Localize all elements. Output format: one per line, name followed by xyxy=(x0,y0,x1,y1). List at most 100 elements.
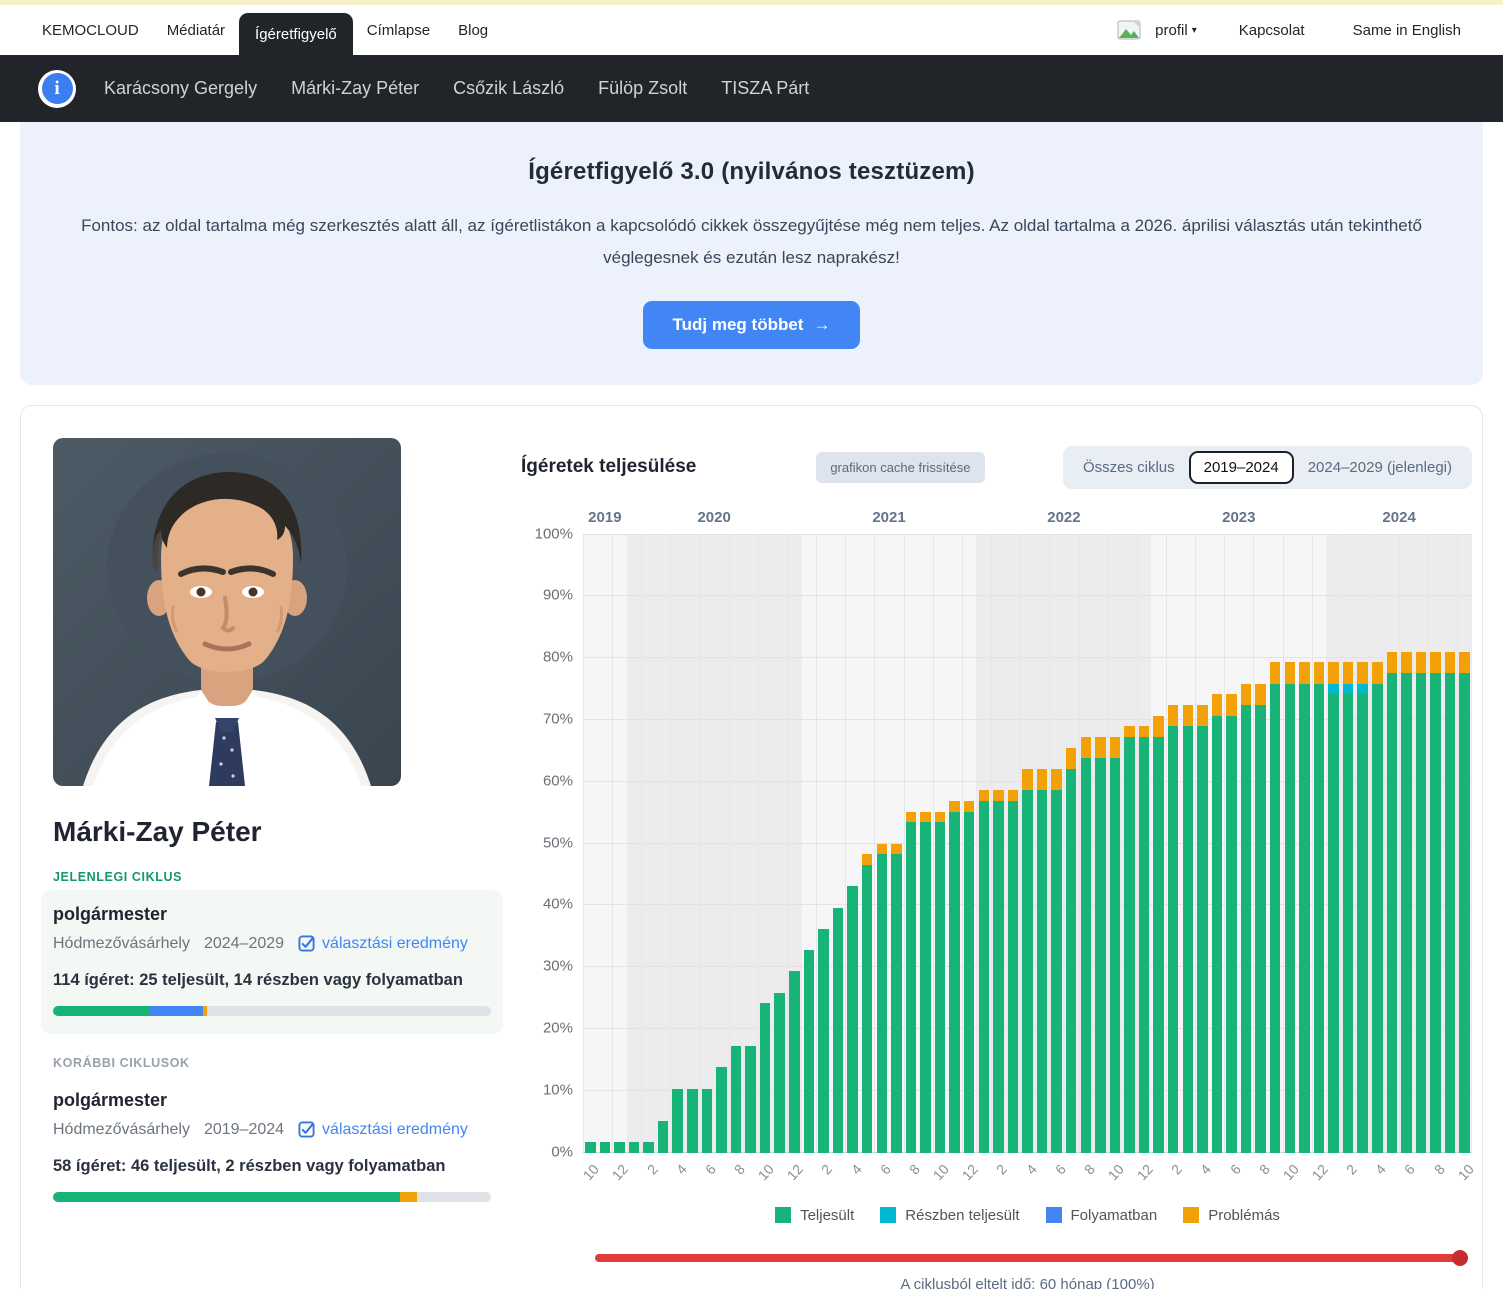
bar-segment-Problémás xyxy=(1372,662,1382,683)
chart-bar[interactable] xyxy=(1255,684,1265,1153)
subnav-item[interactable]: Csőzik László xyxy=(453,78,564,99)
chart-bar[interactable] xyxy=(1270,662,1280,1152)
chart-bar[interactable] xyxy=(818,929,828,1153)
chart-bar[interactable] xyxy=(949,801,959,1153)
refresh-cache-button[interactable]: grafikon cache frissítése xyxy=(816,452,984,483)
header-nav-item[interactable]: Címlapse xyxy=(353,5,444,55)
chart-bar[interactable] xyxy=(1197,705,1207,1153)
chart-bar[interactable] xyxy=(877,844,887,1153)
v-gridline xyxy=(845,535,846,1153)
chart-bar[interactable] xyxy=(833,908,843,1153)
brand-link[interactable]: KEMOCLOUD xyxy=(42,5,153,55)
chart-bar[interactable] xyxy=(687,1089,697,1153)
cycle-tab[interactable]: 2019–2024 xyxy=(1189,451,1294,484)
chart-bar[interactable] xyxy=(1430,652,1440,1153)
chart-bar[interactable] xyxy=(1212,694,1222,1152)
chart-bar[interactable] xyxy=(979,790,989,1152)
chart-bar[interactable] xyxy=(1299,662,1309,1152)
x-tick-label: 4 xyxy=(663,1161,690,1188)
header-nav-item[interactable]: Blog xyxy=(444,5,502,55)
chart-bar[interactable] xyxy=(1445,652,1455,1153)
profile-avatar-image[interactable] xyxy=(1117,20,1141,40)
slider-track[interactable] xyxy=(595,1254,1468,1262)
subnav-item[interactable]: Márki-Zay Péter xyxy=(291,78,419,99)
chart-bar[interactable] xyxy=(716,1067,726,1152)
promise-summary: 114 ígéret: 25 teljesült, 14 részben vag… xyxy=(53,971,491,990)
chart-bar[interactable] xyxy=(1357,662,1367,1152)
bar-segment-Teljesült xyxy=(1343,694,1353,1152)
chart-bar[interactable] xyxy=(862,854,872,1152)
chart-bar[interactable] xyxy=(993,790,1003,1152)
x-tick-label: 6 xyxy=(1392,1161,1419,1188)
profile-menu[interactable]: profil▾ xyxy=(1151,22,1201,39)
kapcsolat-link[interactable]: Kapcsolat xyxy=(1225,22,1319,39)
chart-bar[interactable] xyxy=(1066,748,1076,1153)
chart-bar[interactable] xyxy=(614,1142,624,1153)
chart-bar[interactable] xyxy=(1095,737,1105,1153)
chart-bar[interactable] xyxy=(1183,705,1193,1153)
chart-bar[interactable] xyxy=(1051,769,1061,1153)
chart-bar[interactable] xyxy=(1343,662,1353,1152)
chart-bar[interactable] xyxy=(1241,684,1251,1153)
chart-bar[interactable] xyxy=(643,1142,653,1153)
subnav-item[interactable]: Fülöp Zsolt xyxy=(598,78,687,99)
cycle-tab[interactable]: Összes ciklus xyxy=(1069,452,1189,483)
legend-item[interactable]: Részben teljesült xyxy=(880,1207,1019,1224)
bar-segment-Teljesült xyxy=(1051,790,1061,1152)
chart-bar[interactable] xyxy=(658,1121,668,1153)
chart-bar[interactable] xyxy=(731,1046,741,1153)
chart-bar[interactable] xyxy=(1314,662,1324,1152)
chart-bar[interactable] xyxy=(789,971,799,1152)
chart-bar[interactable] xyxy=(1139,726,1149,1152)
chart-bar[interactable] xyxy=(964,801,974,1153)
chart-bar[interactable] xyxy=(920,812,930,1153)
x-tick-label: 2 xyxy=(634,1161,661,1188)
elapsed-time-slider[interactable] xyxy=(595,1250,1468,1266)
chart-bar[interactable] xyxy=(1022,769,1032,1153)
chart-bar[interactable] xyxy=(1459,652,1469,1153)
chart-bar[interactable] xyxy=(1226,694,1236,1152)
legend-item[interactable]: Teljesült xyxy=(775,1207,854,1224)
chart-bar[interactable] xyxy=(1168,705,1178,1153)
chart-bar[interactable] xyxy=(1124,726,1134,1152)
header-nav-item[interactable]: Médiatár xyxy=(153,5,239,55)
bar-segment-Teljesült xyxy=(1197,726,1207,1152)
y-tick-label: 50% xyxy=(543,834,573,851)
chart-bar[interactable] xyxy=(935,812,945,1153)
legend-item[interactable]: Problémás xyxy=(1183,1207,1280,1224)
chart-bar[interactable] xyxy=(1387,652,1397,1153)
header-nav-item[interactable]: Ígéretfigyelő xyxy=(239,13,353,55)
chart-bar[interactable] xyxy=(702,1089,712,1153)
election-result-link[interactable]: választási eredmény xyxy=(298,935,468,953)
chart-bar[interactable] xyxy=(1008,790,1018,1152)
chart-bar[interactable] xyxy=(745,1046,755,1153)
cycle-tab[interactable]: 2024–2029 (jelenlegi) xyxy=(1294,452,1466,483)
learn-more-button[interactable]: Tudj meg többet → xyxy=(643,301,861,349)
slider-knob[interactable] xyxy=(1452,1250,1468,1266)
chart-bar[interactable] xyxy=(672,1089,682,1153)
chart-bar[interactable] xyxy=(1416,652,1426,1153)
chart-bar[interactable] xyxy=(1328,662,1338,1152)
chart-bar[interactable] xyxy=(1081,737,1091,1153)
chart-bar[interactable] xyxy=(760,1003,770,1152)
info-icon[interactable]: i xyxy=(38,70,76,108)
language-link[interactable]: Same in English xyxy=(1339,22,1475,39)
chart-bar[interactable] xyxy=(1153,716,1163,1153)
chart-bar[interactable] xyxy=(804,950,814,1152)
chart-bar[interactable] xyxy=(1110,737,1120,1153)
legend-item[interactable]: Folyamatban xyxy=(1046,1207,1158,1224)
chart-bar[interactable] xyxy=(1037,769,1047,1153)
chart-bar[interactable] xyxy=(1372,662,1382,1152)
election-result-link[interactable]: választási eredmény xyxy=(298,1121,468,1139)
chart-bar[interactable] xyxy=(847,886,857,1152)
chart-bar[interactable] xyxy=(906,812,916,1153)
chart-bar[interactable] xyxy=(774,993,784,1153)
chart-bar[interactable] xyxy=(891,844,901,1153)
subnav-item[interactable]: Karácsony Gergely xyxy=(104,78,257,99)
chart-bar[interactable] xyxy=(1285,662,1295,1152)
chart-bar[interactable] xyxy=(1401,652,1411,1153)
subnav-item[interactable]: TISZA Párt xyxy=(721,78,809,99)
chart-bar[interactable] xyxy=(585,1142,595,1153)
chart-bar[interactable] xyxy=(629,1142,639,1153)
chart-bar[interactable] xyxy=(600,1142,610,1153)
